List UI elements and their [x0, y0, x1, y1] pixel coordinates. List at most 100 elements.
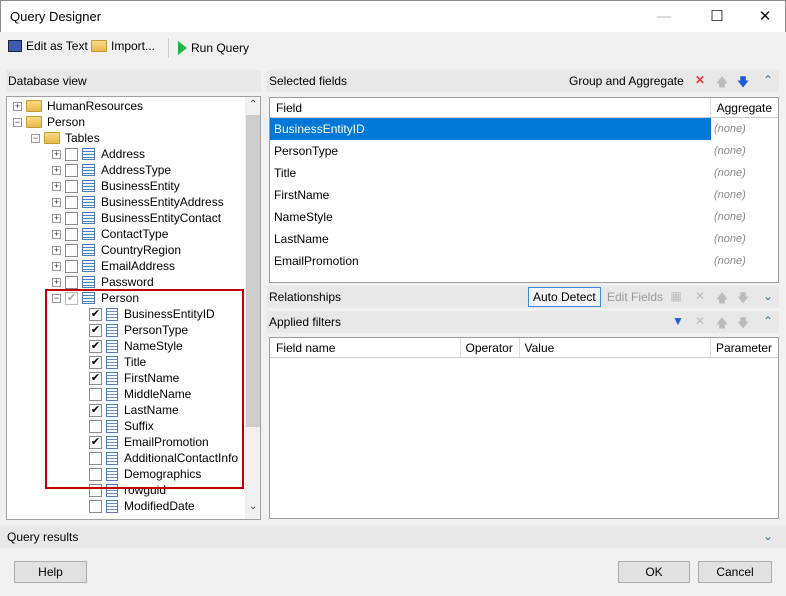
tree-item[interactable]: + CountryRegion: [52, 242, 181, 258]
tree-item[interactable]: Demographics: [89, 466, 201, 482]
close-button[interactable]: ✕: [755, 7, 775, 27]
run-query-button[interactable]: Run Query: [178, 41, 249, 55]
tree-item[interactable]: + Address: [52, 146, 145, 162]
edit-fields-button[interactable]: Edit Fields: [607, 290, 663, 304]
column-checkbox[interactable]: [89, 467, 102, 481]
column-checkbox[interactable]: [89, 483, 102, 497]
collapse-icon[interactable]: −: [52, 293, 61, 303]
tree-item[interactable]: Suffix: [89, 418, 154, 434]
delete-icon[interactable]: ✕: [691, 73, 709, 87]
expand-icon[interactable]: ⌄: [759, 289, 777, 303]
table-checkbox[interactable]: [65, 211, 78, 225]
expand-icon[interactable]: +: [52, 197, 61, 207]
aggregate-value[interactable]: (none): [711, 123, 746, 135]
table-checkbox[interactable]: [65, 275, 78, 289]
column-checkbox[interactable]: ✔: [89, 371, 102, 385]
expand-results-icon[interactable]: ⌄: [759, 529, 777, 543]
tree-scrollbar[interactable]: ⌃ ⌄: [245, 97, 260, 519]
expand-icon[interactable]: +: [52, 213, 61, 223]
tree-item[interactable]: ModifiedDate: [89, 498, 195, 514]
table-checkbox[interactable]: [65, 163, 78, 177]
group-and-aggregate-button[interactable]: Group and Aggregate: [569, 74, 684, 88]
tree-item[interactable]: AdditionalContactInfo: [89, 450, 238, 466]
tree-item[interactable]: ✔ LastName: [89, 402, 179, 418]
tree-item[interactable]: + Password: [52, 274, 154, 290]
move-down-icon[interactable]: 🡇: [734, 289, 752, 310]
tree-item[interactable]: rowguid: [89, 482, 166, 498]
expand-icon[interactable]: +: [52, 245, 61, 255]
column-checkbox[interactable]: ✔: [89, 323, 102, 337]
aggregate-value[interactable]: (none): [711, 189, 746, 201]
column-checkbox[interactable]: [89, 451, 102, 465]
expand-icon[interactable]: +: [52, 277, 61, 287]
field-row[interactable]: NameStyle (none): [270, 206, 778, 228]
tree-item[interactable]: + BusinessEntityContact: [52, 210, 221, 226]
tree-item[interactable]: ✔ FirstName: [89, 370, 179, 386]
aggregate-value[interactable]: (none): [711, 211, 746, 223]
tree-item[interactable]: − Tables: [31, 130, 100, 146]
database-tree[interactable]: ⌃ ⌄ + HumanResources − Person − Tables + Addres…: [6, 96, 261, 520]
tree-item[interactable]: ✔ Title: [89, 354, 146, 370]
collapse-icon[interactable]: −: [31, 133, 40, 143]
column-checkbox[interactable]: ✔: [89, 339, 102, 353]
maximize-button[interactable]: ☐: [707, 7, 727, 27]
table-checkbox[interactable]: ✔: [65, 291, 78, 305]
move-down-icon[interactable]: 🡇: [734, 73, 752, 94]
column-checkbox[interactable]: ✔: [89, 355, 102, 369]
tree-item[interactable]: + ContactType: [52, 226, 168, 242]
import-button[interactable]: Import...: [91, 39, 155, 53]
move-down-icon[interactable]: 🡇: [734, 314, 752, 335]
tree-item[interactable]: ✔ BusinessEntityID: [89, 306, 215, 322]
table-checkbox[interactable]: [65, 259, 78, 273]
delete-filter-icon[interactable]: ✕: [691, 314, 709, 328]
table-checkbox[interactable]: [65, 195, 78, 209]
expand-icon[interactable]: +: [52, 261, 61, 271]
column-checkbox[interactable]: [89, 419, 102, 433]
move-up-icon[interactable]: 🡅: [713, 289, 731, 310]
tree-item[interactable]: ✔ EmailPromotion: [89, 434, 209, 450]
column-checkbox[interactable]: ✔: [89, 435, 102, 449]
tree-item[interactable]: + EmailAddress: [52, 258, 175, 274]
add-filter-icon[interactable]: ▼: [669, 314, 687, 328]
table-checkbox[interactable]: [65, 147, 78, 161]
column-checkbox[interactable]: [89, 387, 102, 401]
expand-icon[interactable]: +: [52, 229, 61, 239]
delete-relationship-icon[interactable]: ✕: [691, 289, 709, 303]
table-checkbox[interactable]: [65, 243, 78, 257]
scroll-up-icon[interactable]: ⌃: [249, 99, 257, 110]
table-checkbox[interactable]: [65, 179, 78, 193]
tree-item[interactable]: ✔ PersonType: [89, 322, 188, 338]
tree-item[interactable]: + BusinessEntityAddress: [52, 194, 224, 210]
expand-icon[interactable]: +: [52, 149, 61, 159]
expand-icon[interactable]: +: [52, 165, 61, 175]
scrollbar-thumb[interactable]: [246, 115, 260, 427]
tree-item[interactable]: − ✔ Person: [52, 290, 139, 306]
column-checkbox[interactable]: ✔: [89, 307, 102, 321]
aggregate-value[interactable]: (none): [711, 255, 746, 267]
field-row[interactable]: EmailPromotion (none): [270, 250, 778, 272]
field-row[interactable]: FirstName (none): [270, 184, 778, 206]
add-relationship-icon[interactable]: ▦: [667, 289, 685, 303]
field-row[interactable]: LastName (none): [270, 228, 778, 250]
edit-as-text-button[interactable]: Edit as Text: [8, 39, 88, 53]
expand-icon[interactable]: +: [13, 101, 22, 111]
field-row[interactable]: BusinessEntityID (none): [270, 118, 778, 140]
aggregate-value[interactable]: (none): [711, 167, 746, 179]
tree-item[interactable]: + AddressType: [52, 162, 171, 178]
cancel-button[interactable]: Cancel: [698, 561, 772, 583]
tree-item[interactable]: + HumanResources: [13, 98, 143, 114]
help-button[interactable]: Help: [14, 561, 87, 583]
tree-item[interactable]: + BusinessEntity: [52, 178, 180, 194]
field-row[interactable]: PersonType (none): [270, 140, 778, 162]
tree-item[interactable]: − Person: [13, 114, 85, 130]
tree-item[interactable]: MiddleName: [89, 386, 191, 402]
move-up-icon[interactable]: 🡅: [713, 73, 731, 94]
table-checkbox[interactable]: [65, 227, 78, 241]
ok-button[interactable]: OK: [618, 561, 690, 583]
minimize-button[interactable]: —: [654, 7, 674, 27]
applied-filters-grid[interactable]: Field name Operator Value Parameter: [269, 337, 779, 519]
collapse-icon[interactable]: −: [13, 117, 22, 127]
scroll-down-icon[interactable]: ⌄: [249, 501, 257, 512]
collapse-icon[interactable]: ⌃: [759, 73, 777, 87]
move-up-icon[interactable]: 🡅: [713, 314, 731, 335]
